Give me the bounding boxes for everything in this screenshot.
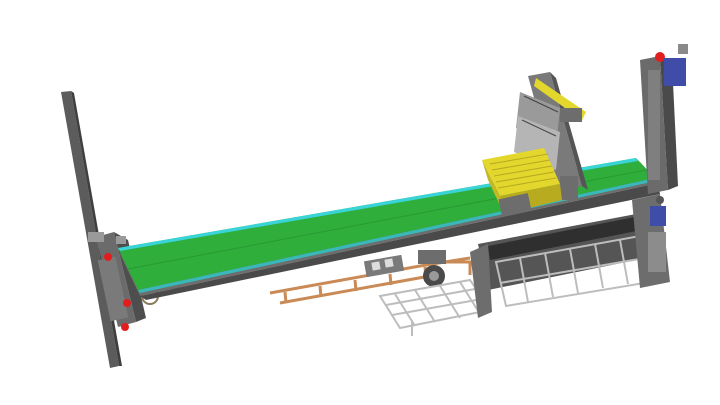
left-sensor-mid	[123, 299, 131, 307]
right-vertical-column	[640, 44, 688, 194]
conveyor-3d-model	[61, 44, 688, 368]
right-motor-blue	[664, 58, 686, 86]
left-vertical-post	[61, 91, 122, 368]
left-sensor-bottom	[121, 323, 129, 331]
left-sensor-top	[104, 253, 112, 261]
cad-viewport[interactable]	[0, 0, 720, 405]
right-sensor-top	[655, 52, 665, 62]
right-lower-motor	[650, 206, 666, 226]
wire-basket-left	[378, 278, 492, 336]
right-end-bracket	[632, 194, 670, 288]
